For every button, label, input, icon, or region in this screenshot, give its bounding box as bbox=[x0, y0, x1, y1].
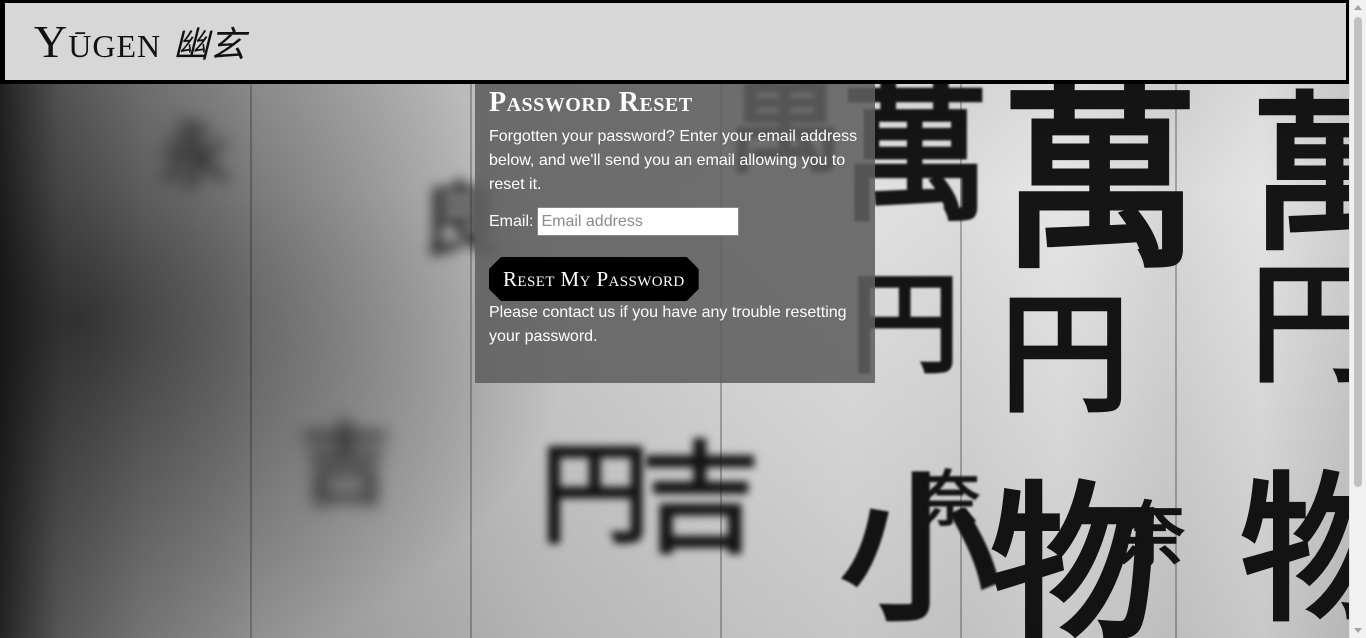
triangle-up-icon[interactable] bbox=[1354, 5, 1362, 10]
site-header: Yūgen 幽玄 bbox=[0, 0, 1349, 84]
page-scrollbar[interactable] bbox=[1349, 0, 1366, 638]
email-row: Email: bbox=[489, 207, 861, 236]
brand-name: Yūgen bbox=[34, 16, 162, 67]
brand-kanji: 幽玄 bbox=[173, 25, 246, 65]
page-title: Password Reset bbox=[489, 87, 693, 118]
scrollbar-thumb[interactable] bbox=[1354, 17, 1362, 487]
reset-instructions: Forgotten your password? Enter your emai… bbox=[489, 128, 858, 193]
email-field[interactable] bbox=[537, 207, 740, 236]
triangle-down-icon[interactable] bbox=[1354, 628, 1362, 633]
contact-note: Please contact us if you have any troubl… bbox=[489, 304, 847, 345]
password-reset-card: Password Reset Forgotten your password? … bbox=[475, 84, 875, 383]
header-bar: Yūgen 幽玄 bbox=[5, 3, 1346, 80]
reset-password-button[interactable]: Reset My Password bbox=[489, 257, 699, 301]
email-label: Email: bbox=[489, 212, 534, 230]
site-logo-link[interactable]: Yūgen 幽玄 bbox=[34, 15, 245, 68]
